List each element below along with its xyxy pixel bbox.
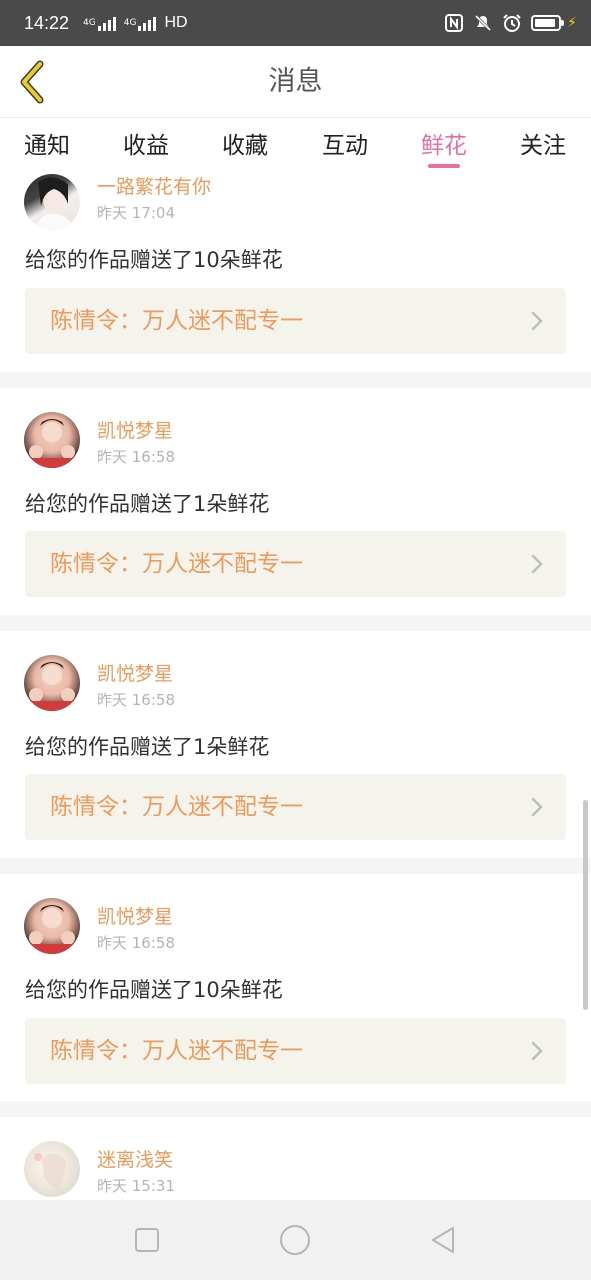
work-title: 陈情令：万人迷不配专一 [50, 308, 303, 334]
chevron-right-icon [531, 797, 543, 817]
nfc-icon [444, 13, 464, 33]
work-link[interactable]: 陈情令：万人迷不配专一 [25, 288, 566, 354]
back-triangle-icon [432, 1227, 454, 1253]
list-item[interactable]: 一路繁花有你 昨天 17:04 给您的作品赠送了10朵鲜花 陈情令：万人迷不配专… [0, 172, 591, 372]
sender-name[interactable]: 凯悦梦星 [97, 902, 173, 929]
list-item[interactable]: 凯悦梦星 昨天 16:58 给您的作品赠送了1朵鲜花 陈情令：万人迷不配专一 [0, 388, 591, 616]
tab-bar: 通知 收益 收藏 互动 鲜花 关注 [0, 118, 591, 172]
network-type-1: 4G [83, 17, 96, 28]
message-list[interactable]: 一路繁花有你 昨天 17:04 给您的作品赠送了10朵鲜花 陈情令：万人迷不配专… [0, 172, 591, 1200]
chevron-right-icon [531, 554, 543, 574]
tab-favorites[interactable]: 收藏 [222, 126, 268, 160]
sender-name[interactable]: 迷离浅笑 [97, 1145, 173, 1172]
list-item[interactable]: 迷离浅笑 昨天 15:31 [0, 1117, 591, 1200]
avatar[interactable] [24, 898, 80, 954]
divider [0, 615, 591, 631]
chevron-right-icon [531, 311, 543, 331]
message-time: 昨天 15:31 [97, 1177, 175, 1195]
tab-following[interactable]: 关注 [520, 126, 566, 160]
tab-flowers[interactable]: 鲜花 [421, 126, 467, 160]
work-link[interactable]: 陈情令：万人迷不配专一 [25, 531, 566, 597]
recent-apps-button[interactable] [131, 1224, 163, 1256]
scrollbar[interactable] [583, 800, 588, 1010]
message-time: 昨天 16:58 [97, 448, 175, 466]
avatar[interactable] [24, 655, 80, 711]
signal-icon [97, 15, 116, 31]
charging-icon: ⚡ [567, 15, 577, 31]
sender-name[interactable]: 凯悦梦星 [97, 416, 173, 443]
divider [0, 1101, 591, 1117]
work-link[interactable]: 陈情令：万人迷不配专一 [25, 774, 566, 840]
avatar[interactable] [24, 1141, 80, 1197]
system-nav-bar [0, 1200, 591, 1280]
avatar[interactable] [24, 412, 80, 468]
divider [0, 858, 591, 874]
divider [0, 372, 591, 388]
avatar[interactable] [24, 174, 80, 230]
message-time: 昨天 16:58 [97, 934, 175, 952]
battery-icon [531, 15, 565, 31]
status-bar: 14:22 4G 4G HD ⚡ [0, 0, 591, 46]
app-header: 消息 [0, 46, 591, 118]
work-link[interactable]: 陈情令：万人迷不配专一 [25, 1018, 566, 1084]
alarm-icon [502, 13, 522, 33]
message-text: 给您的作品赠送了1朵鲜花 [25, 492, 270, 516]
work-title: 陈情令：万人迷不配专一 [50, 551, 303, 577]
tab-earnings[interactable]: 收益 [123, 126, 169, 160]
message-text: 给您的作品赠送了10朵鲜花 [25, 248, 283, 272]
signal-icon [138, 15, 157, 31]
list-item[interactable]: 凯悦梦星 昨天 16:58 给您的作品赠送了10朵鲜花 陈情令：万人迷不配专一 [0, 874, 591, 1102]
message-time: 昨天 17:04 [97, 204, 175, 222]
status-time: 14:22 [24, 12, 70, 33]
chevron-right-icon [531, 1041, 543, 1061]
message-time: 昨天 16:58 [97, 691, 175, 709]
message-text: 给您的作品赠送了10朵鲜花 [25, 978, 283, 1002]
mute-icon [473, 13, 493, 33]
network-type-2: 4G [123, 17, 137, 28]
recent-apps-icon [135, 1228, 159, 1252]
message-text: 给您的作品赠送了1朵鲜花 [25, 735, 270, 759]
tab-interactions[interactable]: 互动 [322, 126, 368, 160]
active-tab-indicator [428, 164, 460, 168]
home-icon [280, 1225, 310, 1255]
work-title: 陈情令：万人迷不配专一 [50, 1038, 303, 1064]
tab-notifications[interactable]: 通知 [24, 126, 70, 160]
sender-name[interactable]: 凯悦梦星 [97, 659, 173, 686]
home-button[interactable] [279, 1224, 311, 1256]
list-item[interactable]: 凯悦梦星 昨天 16:58 给您的作品赠送了1朵鲜花 陈情令：万人迷不配专一 [0, 631, 591, 859]
page-title: 消息 [268, 66, 323, 97]
hd-indicator: HD [164, 14, 188, 31]
system-back-button[interactable] [427, 1224, 459, 1256]
sender-name[interactable]: 一路繁花有你 [97, 172, 211, 199]
work-title: 陈情令：万人迷不配专一 [50, 794, 303, 820]
